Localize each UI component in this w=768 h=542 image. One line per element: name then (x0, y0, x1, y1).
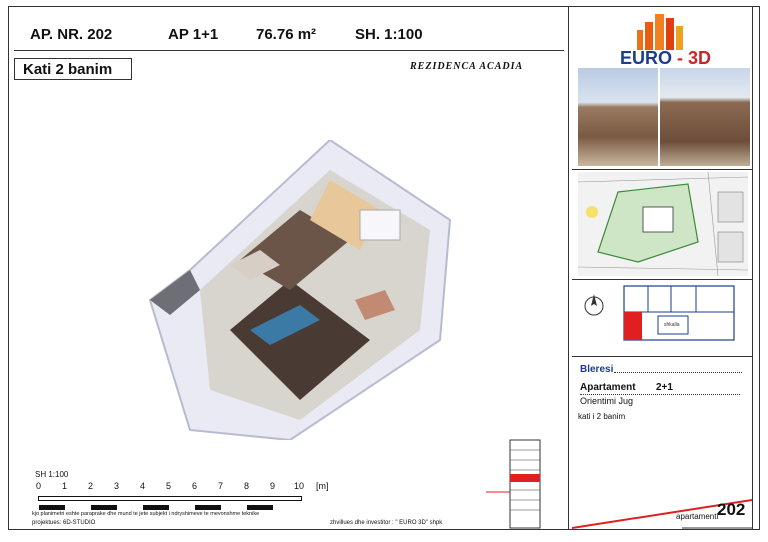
floor-info: kati i 2 banim (578, 412, 626, 421)
building-section (486, 439, 541, 529)
apartment-type: AP 1+1 (168, 26, 219, 43)
apartment-number: AP. NR. 202 (30, 26, 113, 43)
scale-label: SH 1:100 (35, 470, 69, 479)
floor-plan-3d (148, 140, 452, 440)
apartment-area: 76.76 m² (256, 26, 317, 43)
key-plan: shkalla (578, 282, 748, 350)
scale-tick-10: 10 (294, 481, 305, 491)
designer-credit: projektues: 6D-STUDIO (32, 520, 96, 526)
building-render-1 (578, 68, 658, 166)
disclaimer-note: kjo planimetri eshte paraprake dhe mund … (32, 511, 260, 517)
apartment-line (580, 394, 740, 395)
scale-tick-3: 3 (114, 481, 120, 491)
investor-credit: zhvillues dhe investitor : " EURO 3D" sh… (330, 520, 443, 526)
scale-bar (38, 496, 302, 510)
scale-tick-4: 4 (140, 481, 146, 491)
site-plan (578, 172, 748, 276)
floor-label: Kati 2 banim (14, 58, 132, 80)
logo-part-2: - 3D (677, 48, 712, 68)
scale-tick-2: 2 (88, 481, 94, 491)
scale-tick-0: 0 (36, 481, 42, 491)
brand-logo-text: EURO - 3D (620, 48, 711, 69)
building-render-2 (660, 68, 750, 166)
footer-apartment-label: apartamenti (676, 512, 719, 521)
drawing-scale: SH. 1:100 (355, 26, 423, 43)
scale-tick-6: 6 (192, 481, 198, 491)
footer-apartment-number: 202 (717, 500, 746, 519)
north-arrow-icon (584, 294, 604, 316)
scale-tick-7: 7 (218, 481, 224, 491)
panel-divider-left (568, 6, 569, 530)
scale-tick-1: 1 (62, 481, 68, 491)
logo-part-1: EURO (620, 48, 673, 68)
apartment-label: Apartament (580, 382, 636, 393)
apartment-type-info: 2+1 (656, 382, 673, 393)
right-divider-1 (572, 169, 752, 170)
logo-towers-icon (637, 14, 683, 50)
scale-tick-5: 5 (166, 481, 172, 491)
right-divider-3 (572, 356, 752, 357)
scale-tick-8: 8 (244, 481, 250, 491)
buyer-line (614, 372, 742, 373)
right-divider-2 (572, 279, 752, 280)
residence-name: REZIDENCA ACADIA (410, 61, 524, 72)
header-divider (14, 50, 564, 51)
scale-unit: [m] (316, 481, 329, 491)
orientation: Orientimi Jug (580, 396, 634, 406)
scale-tick-9: 9 (270, 481, 276, 491)
buyer-label: Bleresi (580, 364, 614, 375)
keyplan-stair-label: shkalla (664, 322, 680, 328)
panel-divider-right (752, 6, 753, 530)
